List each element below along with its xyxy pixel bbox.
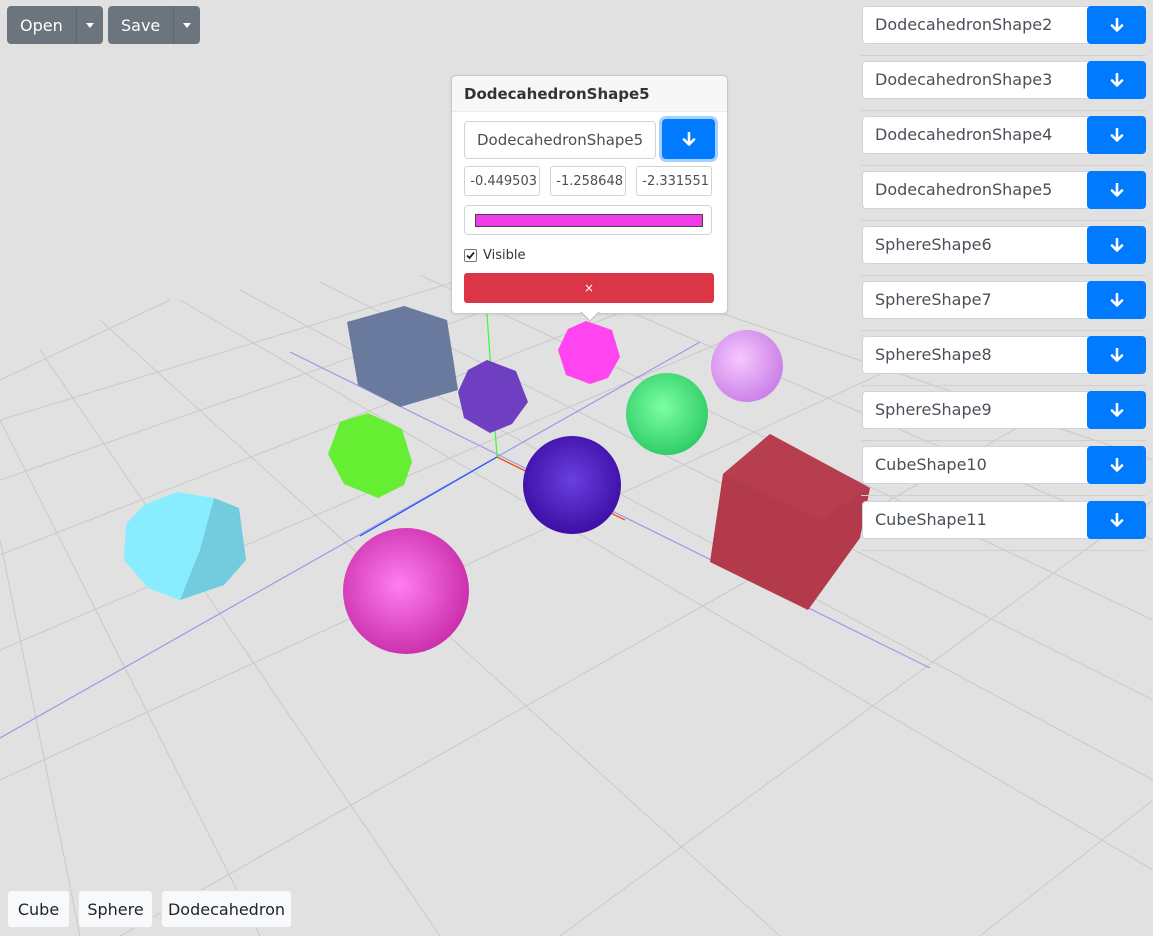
arrow-down-icon bbox=[1110, 402, 1123, 417]
shape-name-field[interactable]: SphereShape8 bbox=[862, 336, 1092, 374]
arrow-down-icon bbox=[1110, 182, 1123, 197]
shape-list-row: DodecahedronShape3 bbox=[861, 55, 1146, 111]
shape-download-button[interactable] bbox=[1087, 391, 1146, 429]
shape-name-input[interactable]: DodecahedronShape5 bbox=[464, 121, 656, 159]
shape-download-button[interactable] bbox=[1087, 446, 1146, 484]
shape-download-button[interactable] bbox=[1087, 61, 1146, 99]
arrow-down-icon bbox=[1110, 457, 1123, 472]
arrow-down-icon bbox=[1110, 347, 1123, 362]
shape-download-button[interactable] bbox=[1087, 336, 1146, 374]
open-dropdown-toggle[interactable] bbox=[75, 6, 103, 44]
shape-list-row: SphereShape8 bbox=[861, 330, 1146, 386]
sphere-shape-indigo[interactable] bbox=[523, 436, 621, 534]
popover-arrow-inner bbox=[581, 311, 599, 320]
caret-down-icon bbox=[183, 22, 192, 28]
delete-shape-button[interactable]: × bbox=[464, 273, 714, 303]
shape-list-row: DodecahedronShape2 bbox=[861, 0, 1146, 56]
popover-download-button[interactable] bbox=[662, 119, 715, 159]
shape-download-button[interactable] bbox=[1087, 281, 1146, 319]
open-split-button: Open bbox=[7, 6, 103, 44]
open-button[interactable]: Open bbox=[7, 6, 76, 44]
save-split-button: Save bbox=[108, 6, 201, 44]
popover-title: DodecahedronShape5 bbox=[452, 76, 727, 112]
shape-list-row: DodecahedronShape5 bbox=[861, 165, 1146, 221]
arrow-down-icon bbox=[682, 131, 695, 146]
shape-list-row: CubeShape11 bbox=[861, 495, 1146, 551]
visible-label: Visible bbox=[483, 247, 526, 263]
dodecahedron-shape-magenta[interactable] bbox=[558, 321, 620, 384]
shape-download-button[interactable] bbox=[1087, 116, 1146, 154]
save-dropdown-toggle[interactable] bbox=[173, 6, 201, 44]
shape-list-row: SphereShape9 bbox=[861, 385, 1146, 441]
position-y-input[interactable]: -1.258648 bbox=[550, 166, 626, 196]
shape-list-row: CubeShape10 bbox=[861, 440, 1146, 496]
sphere-shape-pink[interactable] bbox=[343, 528, 469, 654]
arrow-down-icon bbox=[1110, 72, 1123, 87]
add-cube-button[interactable]: Cube bbox=[7, 890, 70, 928]
add-sphere-button[interactable]: Sphere bbox=[78, 890, 153, 928]
shape-name-field[interactable]: DodecahedronShape4 bbox=[862, 116, 1092, 154]
color-swatch bbox=[475, 214, 703, 227]
check-icon bbox=[466, 251, 475, 259]
arrow-down-icon bbox=[1110, 237, 1123, 252]
position-z-input[interactable]: -2.331551 bbox=[636, 166, 712, 196]
shape-name-field[interactable]: DodecahedronShape2 bbox=[862, 6, 1092, 44]
arrow-down-icon bbox=[1110, 292, 1123, 307]
shape-name-field[interactable]: SphereShape7 bbox=[862, 281, 1092, 319]
shape-popover: DodecahedronShape5 DodecahedronShape5 -0… bbox=[451, 75, 728, 322]
shape-download-button[interactable] bbox=[1087, 501, 1146, 539]
shape-name-field[interactable]: CubeShape11 bbox=[862, 501, 1092, 539]
position-x-input[interactable]: -0.449503 bbox=[464, 166, 540, 196]
add-dodecahedron-button[interactable]: Dodecahedron bbox=[161, 890, 292, 928]
sphere-shape-green[interactable] bbox=[626, 373, 708, 455]
dodecahedron-shape-purple[interactable] bbox=[458, 360, 528, 433]
arrow-down-icon bbox=[1110, 127, 1123, 142]
dodecahedron-shape-green[interactable] bbox=[328, 413, 412, 498]
arrow-down-icon bbox=[1110, 512, 1123, 527]
visible-checkbox[interactable] bbox=[464, 248, 477, 262]
shape-download-button[interactable] bbox=[1087, 171, 1146, 209]
shape-list-row: DodecahedronShape4 bbox=[861, 110, 1146, 166]
arrow-down-icon bbox=[1110, 17, 1123, 32]
shape-name-field[interactable]: SphereShape9 bbox=[862, 391, 1092, 429]
save-button[interactable]: Save bbox=[108, 6, 174, 44]
shape-name-field[interactable]: SphereShape6 bbox=[862, 226, 1092, 264]
shape-list-row: SphereShape7 bbox=[861, 275, 1146, 331]
shape-download-button[interactable] bbox=[1087, 6, 1146, 44]
visible-toggle: Visible bbox=[464, 246, 525, 264]
shape-download-button[interactable] bbox=[1087, 226, 1146, 264]
sphere-shape-lilac[interactable] bbox=[711, 330, 783, 402]
shape-list-row: SphereShape6 bbox=[861, 220, 1146, 276]
cube-shape-gray[interactable] bbox=[347, 306, 458, 407]
color-picker[interactable] bbox=[464, 205, 712, 235]
shape-name-field[interactable]: DodecahedronShape3 bbox=[862, 61, 1092, 99]
shape-name-field[interactable]: CubeShape10 bbox=[862, 446, 1092, 484]
shape-name-field[interactable]: DodecahedronShape5 bbox=[862, 171, 1092, 209]
caret-down-icon bbox=[85, 22, 94, 28]
